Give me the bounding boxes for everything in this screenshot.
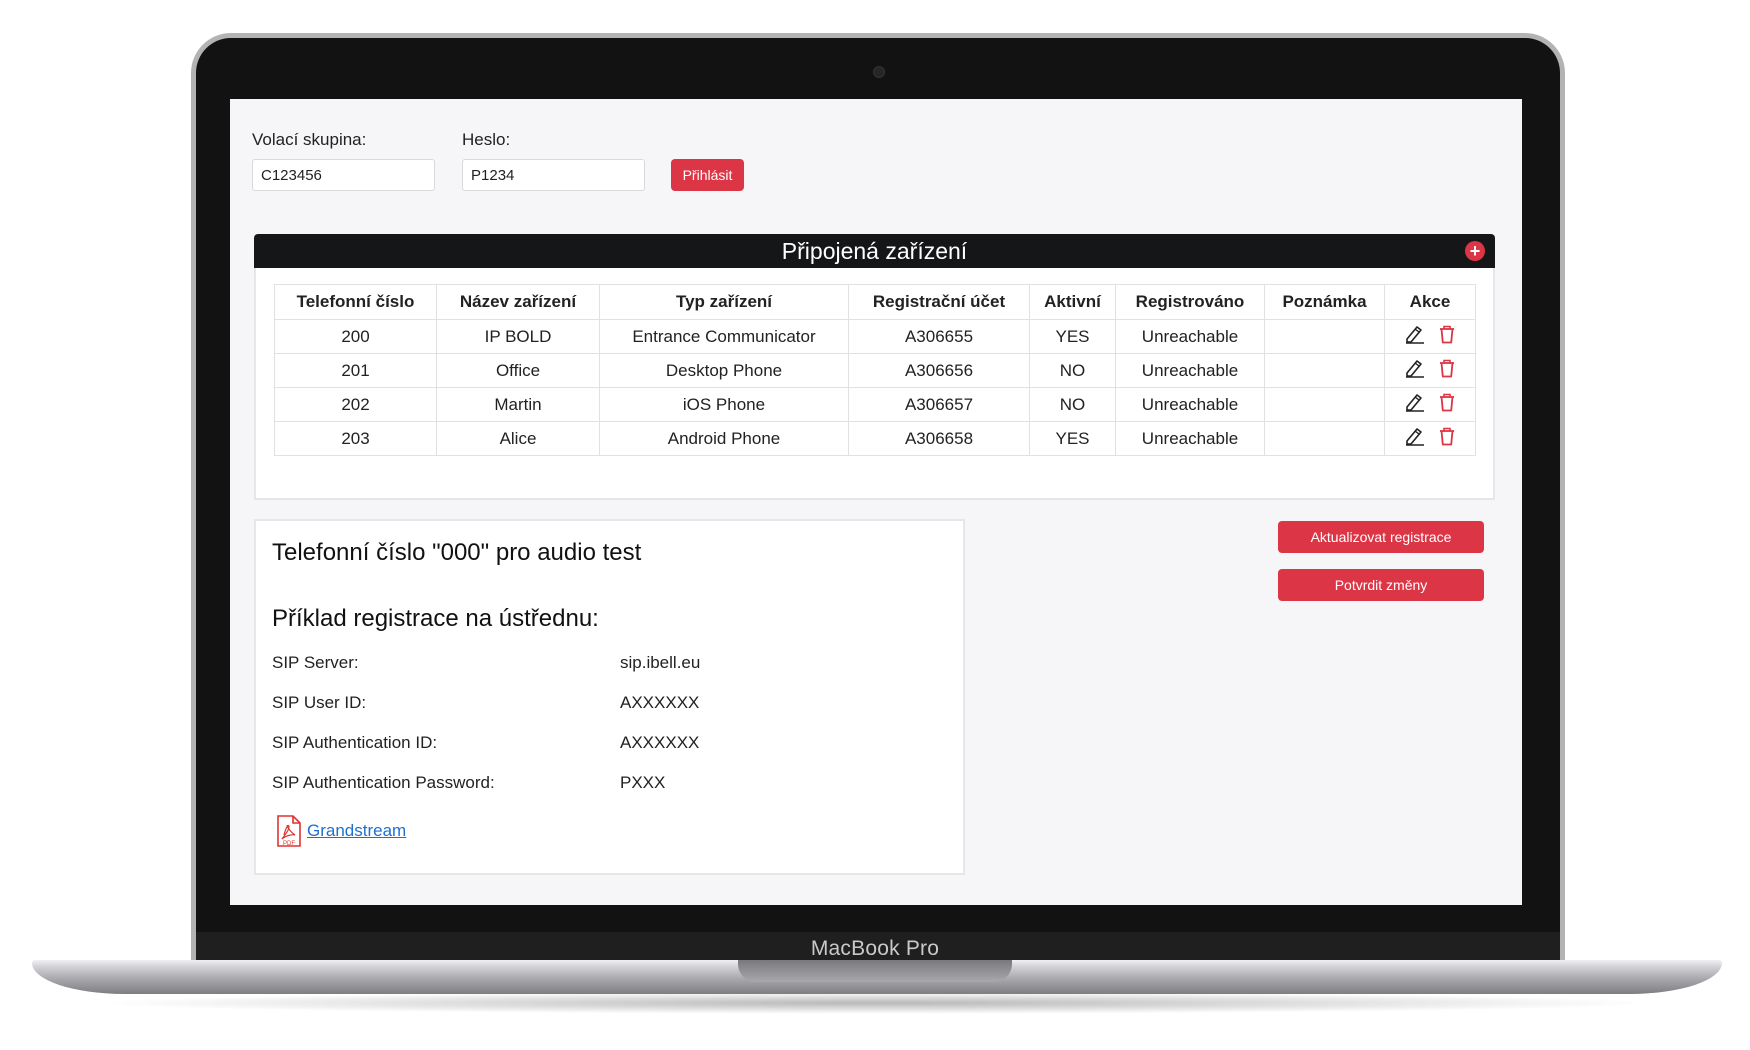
cell-active: NO xyxy=(1029,387,1116,422)
column-header: Typ zařízení xyxy=(599,284,849,320)
cell-type: iOS Phone xyxy=(599,387,849,422)
cell-registered: Unreachable xyxy=(1115,319,1265,354)
cell-type: Desktop Phone xyxy=(599,353,849,388)
sip-user-id-label: SIP User ID: xyxy=(272,693,367,712)
devices-table: Telefonní číslo Název zařízení Typ zaříz… xyxy=(274,284,1476,456)
device-brand: MacBook Pro xyxy=(810,937,940,960)
column-header: Telefonní číslo xyxy=(274,284,437,320)
edit-icon[interactable] xyxy=(1404,358,1426,383)
cell-type: Android Phone xyxy=(599,421,849,456)
cell-name: Alice xyxy=(436,421,600,456)
sip-server-value: sip.ibell.eu xyxy=(620,653,701,672)
cell-note xyxy=(1264,353,1385,388)
cell-number: 203 xyxy=(274,421,437,456)
table-header-row: Telefonní číslo Název zařízení Typ zaříz… xyxy=(274,284,1476,320)
trash-icon[interactable] xyxy=(1438,392,1456,417)
svg-text:PDF: PDF xyxy=(283,841,295,847)
edit-icon[interactable] xyxy=(1404,324,1426,349)
devices-panel: Telefonní číslo Název zařízení Typ zaříz… xyxy=(254,268,1495,500)
column-header: Registrační účet xyxy=(848,284,1030,320)
cell-registered: Unreachable xyxy=(1115,421,1265,456)
sip-auth-id-label: SIP Authentication ID: xyxy=(272,733,438,752)
login-button[interactable]: Přihlásit xyxy=(671,159,744,191)
trash-icon[interactable] xyxy=(1438,426,1456,451)
example-heading: Příklad registrace na ústřednu: xyxy=(272,605,599,632)
app-screen: Volací skupina: Heslo: Přihlásit Připoje… xyxy=(230,99,1522,905)
cell-account: A306657 xyxy=(848,387,1030,422)
cell-actions xyxy=(1384,387,1476,422)
cell-active: YES xyxy=(1029,319,1116,354)
cell-note xyxy=(1264,421,1385,456)
sip-auth-password-label: SIP Authentication Password: xyxy=(272,773,495,792)
cell-type: Entrance Communicator xyxy=(599,319,849,354)
audio-test-heading: Telefonní číslo "000" pro audio test xyxy=(272,539,642,566)
cell-number: 200 xyxy=(274,319,437,354)
sip-user-id-value: AXXXXXX xyxy=(620,693,700,712)
table-row: 203 Alice Android Phone A306658 YES Unreachab… xyxy=(274,421,1476,456)
column-header: Poznámka xyxy=(1264,284,1385,320)
refresh-registrations-button[interactable]: Aktualizovat registrace xyxy=(1278,521,1484,553)
grandstream-link[interactable]: Grandstream xyxy=(307,821,406,841)
cell-name: Martin xyxy=(436,387,600,422)
cell-number: 201 xyxy=(274,353,437,388)
password-label: Heslo: xyxy=(462,130,511,149)
cell-name: Office xyxy=(436,353,600,388)
cell-active: YES xyxy=(1029,421,1116,456)
cell-registered: Unreachable xyxy=(1115,387,1265,422)
cell-active: NO xyxy=(1029,353,1116,388)
cell-account: A306655 xyxy=(848,319,1030,354)
table-row: 202 Martin iOS Phone A306657 NO Unreachable xyxy=(274,387,1476,422)
devices-title: Připojená zařízení xyxy=(781,238,968,264)
cell-number: 202 xyxy=(274,387,437,422)
cell-account: A306656 xyxy=(848,353,1030,388)
cell-name: IP BOLD xyxy=(436,319,600,354)
column-header: Akce xyxy=(1384,284,1476,320)
plus-circle-icon[interactable]: + xyxy=(1465,241,1485,261)
sip-server-label: SIP Server: xyxy=(272,653,359,672)
group-input[interactable] xyxy=(252,159,435,191)
confirm-changes-button[interactable]: Potvrdit změny xyxy=(1278,569,1484,601)
cell-note xyxy=(1264,319,1385,354)
devices-panel-header: Připojená zařízení + xyxy=(254,234,1495,268)
cell-actions xyxy=(1384,353,1476,388)
cell-actions xyxy=(1384,319,1476,354)
cell-actions xyxy=(1384,421,1476,456)
edit-icon[interactable] xyxy=(1404,392,1426,417)
table-row: 200 IP BOLD Entrance Communicator A306655 YE… xyxy=(274,319,1476,354)
group-label: Volací skupina: xyxy=(252,130,367,149)
edit-icon[interactable] xyxy=(1404,426,1426,451)
camera-icon xyxy=(873,66,885,78)
cell-account: A306658 xyxy=(848,421,1030,456)
trash-icon[interactable] xyxy=(1438,358,1456,383)
sip-auth-password-value: PXXX xyxy=(620,773,666,792)
sip-auth-id-value: AXXXXXX xyxy=(620,733,700,752)
column-header: Aktivní xyxy=(1029,284,1116,320)
column-header: Název zařízení xyxy=(436,284,600,320)
column-header: Registrováno xyxy=(1115,284,1265,320)
laptop-notch xyxy=(738,960,1012,982)
laptop-shadow xyxy=(90,992,1660,1014)
trash-icon[interactable] xyxy=(1438,324,1456,349)
password-input[interactable] xyxy=(462,159,645,191)
cell-registered: Unreachable xyxy=(1115,353,1265,388)
registration-info-panel: Telefonní číslo "000" pro audio test Pří… xyxy=(254,519,965,875)
pdf-icon: PDF xyxy=(276,815,302,852)
cell-note xyxy=(1264,387,1385,422)
table-row: 201 Office Desktop Phone A306656 NO Unreachab… xyxy=(274,353,1476,388)
